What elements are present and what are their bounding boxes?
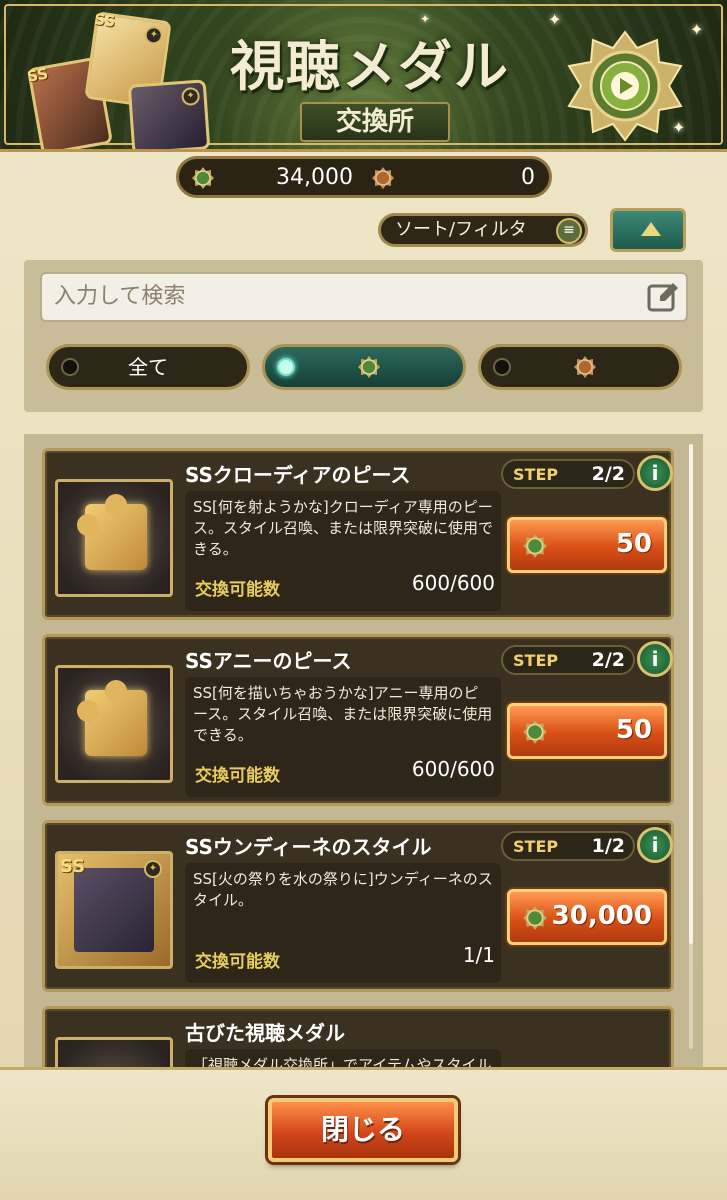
search-placeholder: 入力して検索 [54, 284, 186, 309]
sparkle-icon: ✦ [690, 20, 704, 39]
exchange-label: 交換可能数 [195, 952, 280, 972]
filter-tab-bronze-medal[interactable] [478, 344, 682, 390]
page-subtitle: 交換所 [300, 102, 450, 142]
item-thumbnail[interactable] [55, 1037, 173, 1067]
green-medal-icon [523, 720, 547, 744]
ss-rank-icon: SS [93, 10, 117, 31]
ss-rank-icon: SS [60, 856, 86, 877]
sparkle-icon: ✦ [420, 12, 431, 26]
ss-rank-icon: SS [25, 64, 50, 86]
radio-indicator [277, 358, 295, 376]
medal-emblem-icon [567, 30, 683, 142]
sort-filter-label: ソート/フィルタ [395, 219, 527, 240]
step-indicator: STEP 2/2 [501, 459, 635, 489]
info-button[interactable]: i [637, 455, 673, 491]
green-medal-icon [523, 534, 547, 558]
item-name: SSクローディアのピース [185, 463, 411, 487]
price-value: 30,000 [551, 901, 652, 931]
step-label: STEP [513, 465, 559, 484]
step-value: 1/2 [591, 835, 625, 857]
exchange-count: 1/1 [462, 943, 495, 967]
exchange-button[interactable]: 50 [507, 517, 667, 573]
header-banner: SS SS ✦ ✦ 視聴メダル 交換所 ✦ ✦ ✦ ✦ [0, 0, 727, 152]
info-icon: i [651, 833, 659, 857]
sparkle-icon: ✦ [548, 10, 562, 29]
exchange-button[interactable]: 50 [507, 703, 667, 759]
currency-bar: 34,000 0 [176, 156, 552, 198]
exchange-count: 600/600 [411, 571, 495, 595]
item-thumbnail[interactable]: SS ✦ [55, 851, 173, 969]
info-icon: i [651, 647, 659, 671]
exchange-label: 交換可能数 [195, 766, 280, 786]
close-button[interactable]: 閉じる [268, 1098, 458, 1162]
list-item: SS ✦ SSウンディーネのスタイル SS[火の祭りを水の祭りに]ウンディーネの… [42, 820, 674, 992]
exchange-label: 交換可能数 [195, 580, 280, 600]
edit-icon[interactable] [646, 281, 680, 313]
scroll-top-button[interactable] [610, 208, 686, 252]
item-description-text: 「視聴メダル交換所」でアイテムやスタイル [193, 1056, 492, 1067]
exchange-list[interactable]: SSクローディアのピース SS[何を射ようかな]クローディア専用のピース。スタイ… [24, 434, 703, 1067]
page-title: 視聴メダル [230, 35, 510, 98]
sort-filter-button[interactable]: ソート/フィルタ ≡ [378, 213, 588, 247]
radio-indicator [61, 358, 79, 376]
piece-icon [77, 680, 147, 756]
step-label: STEP [513, 837, 559, 856]
filter-area: 入力して検索 全て [24, 260, 703, 412]
item-thumbnail[interactable] [55, 665, 173, 783]
bronze-medal-count: 0 [521, 165, 535, 190]
item-description: 「視聴メダル交換所」でアイテムやスタイル [185, 1049, 501, 1067]
step-value: 2/2 [591, 649, 625, 671]
sparkle-icon: ✦ [672, 118, 686, 137]
key-icon: ✦ [181, 86, 201, 107]
search-input[interactable]: 入力して検索 [40, 272, 688, 322]
info-button[interactable]: i [637, 827, 673, 863]
filter-tab-label: 全て [128, 355, 168, 379]
price-value: 50 [615, 529, 652, 559]
filter-tab-all[interactable]: 全て [46, 344, 250, 390]
piece-icon [77, 494, 147, 570]
character-card-undine: ✦ [127, 79, 211, 149]
info-button[interactable]: i [637, 641, 673, 677]
item-description-text: SS[何を描いちゃおうかな]アニー専用のピース。スタイル召喚、または限界突破に使… [193, 684, 493, 744]
price-value: 50 [615, 715, 652, 745]
step-label: STEP [513, 651, 559, 670]
bronze-medal-icon [574, 356, 596, 378]
green-medal-icon [358, 356, 380, 378]
info-icon: i [651, 461, 659, 485]
step-value: 2/2 [591, 463, 625, 485]
key-icon: ✦ [143, 25, 164, 46]
exchange-count: 600/600 [411, 757, 495, 781]
green-medal-icon [523, 906, 547, 930]
radio-indicator [493, 358, 511, 376]
item-name: SSウンディーネのスタイル [185, 835, 432, 859]
key-icon: ✦ [144, 860, 162, 878]
green-medal-count: 34,000 [276, 165, 353, 190]
item-name: SSアニーのピース [185, 649, 352, 673]
list-icon: ≡ [556, 218, 582, 244]
footer: 閉じる [0, 1067, 727, 1200]
step-indicator: STEP 2/2 [501, 645, 635, 675]
scrollbar-thumb[interactable] [689, 444, 693, 944]
list-item: 古びた視聴メダル 「視聴メダル交換所」でアイテムやスタイル [42, 1006, 674, 1067]
scrollbar[interactable] [689, 444, 693, 1049]
exchange-button[interactable]: 30,000 [507, 889, 667, 945]
bronze-medal-icon [372, 167, 394, 189]
portrait-undine [74, 868, 154, 952]
list-item: SSクローディアのピース SS[何を射ようかな]クローディア専用のピース。スタイ… [42, 448, 674, 620]
item-thumbnail[interactable] [55, 479, 173, 597]
step-indicator: STEP 1/2 [501, 831, 635, 861]
item-description-text: SS[火の祭りを水の祭りに]ウンディーネのスタイル。 [193, 870, 493, 909]
green-medal-icon [192, 167, 214, 189]
list-item: SSアニーのピース SS[何を描いちゃおうかな]アニー専用のピース。スタイル召喚… [42, 634, 674, 806]
filter-tab-green-medal[interactable] [262, 344, 466, 390]
item-description-text: SS[何を射ようかな]クローディア専用のピース。スタイル召喚、または限界突破に使… [193, 498, 494, 558]
item-name: 古びた視聴メダル [185, 1021, 345, 1045]
triangle-up-icon [641, 222, 661, 236]
main-panel: 34,000 0 ソート/フィルタ ≡ 入力して検索 全て SSクローディアのピ… [0, 152, 727, 1067]
